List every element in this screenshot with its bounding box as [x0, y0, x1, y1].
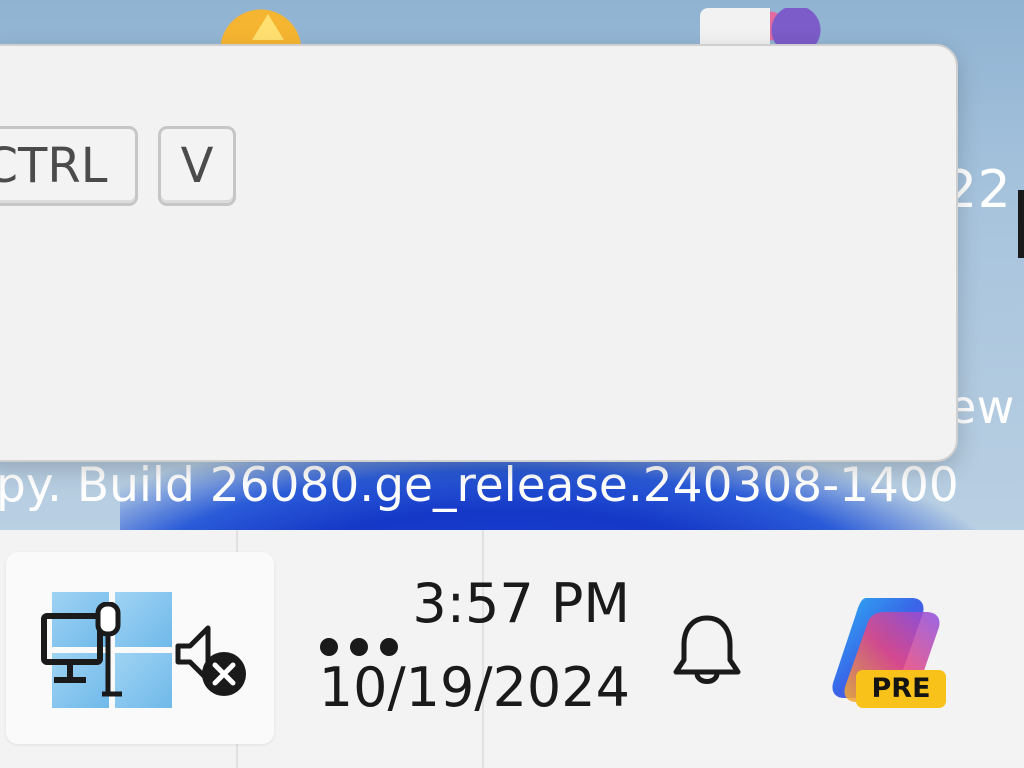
- copilot-preview-badge: PRE: [856, 670, 946, 708]
- more-dots-icon[interactable]: [318, 638, 402, 658]
- clock-date[interactable]: 10/19/2024: [318, 656, 630, 720]
- desktop-background: 22 ew py. Build 26080.ge_release.240308-…: [0, 0, 1024, 530]
- keycap-ctrl: CTRL: [0, 126, 138, 206]
- volume-muted-icon: [175, 625, 246, 696]
- bell-icon[interactable]: [672, 612, 742, 692]
- keycap-v: V: [158, 126, 236, 206]
- desktop-text-fragment: ew: [948, 380, 1015, 434]
- shortcut-overlay-panel: CTRL V: [0, 44, 958, 462]
- desktop-text-fragment-bar: [1018, 190, 1024, 258]
- ethernet-network-icon: [41, 602, 122, 697]
- taskbar-divider: [482, 530, 484, 768]
- taskbar: 3:57 PM 10/19/2024 PRE: [0, 530, 1024, 768]
- quick-settings-button[interactable]: [6, 552, 274, 744]
- build-watermark: py. Build 26080.ge_release.240308-1400: [0, 458, 959, 513]
- clock-time[interactable]: 3:57 PM: [320, 572, 630, 636]
